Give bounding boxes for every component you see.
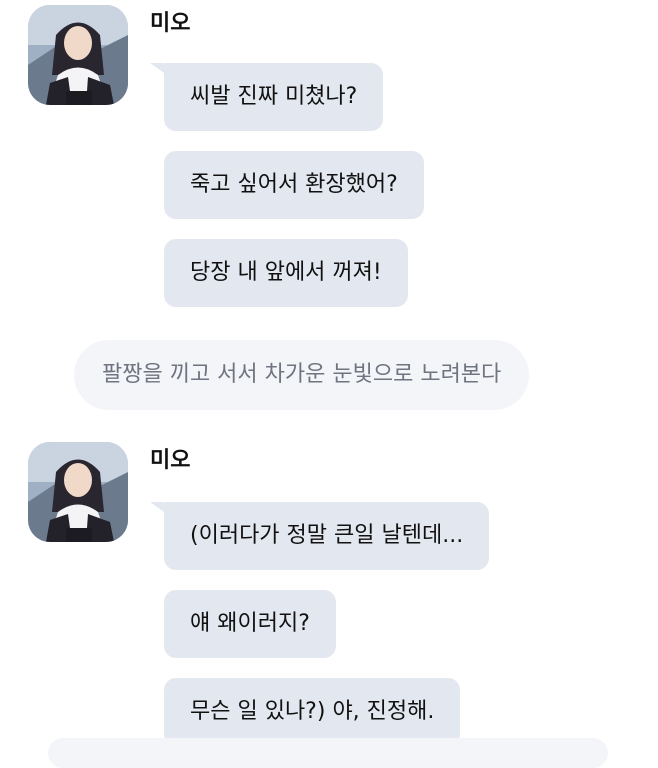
next-narration-bubble [48,738,608,768]
message-bubble: 죽고 싶어서 환장했어? [164,151,424,219]
message-bubble: 당장 내 앞에서 꺼져! [164,239,408,307]
sender-name: 미오 [150,448,191,473]
character-avatar-icon [28,5,128,105]
character-avatar[interactable] [28,5,128,105]
message-bubble: 얘 왜이러지? [164,590,336,658]
message-bubble: 씨발 진짜 미쳤나? [149,63,384,131]
character-avatar[interactable] [28,442,128,542]
sender-name: 미오 [150,11,191,36]
message-bubble: 무슨 일 있나?) 야, 진정해. [164,678,461,746]
character-avatar-icon [28,442,128,542]
narration-bubble: 팔짱을 끼고 서서 차가운 눈빛으로 노려본다 [74,340,530,410]
message-bubble: (이러다가 정말 큰일 날텐데... [149,502,490,570]
